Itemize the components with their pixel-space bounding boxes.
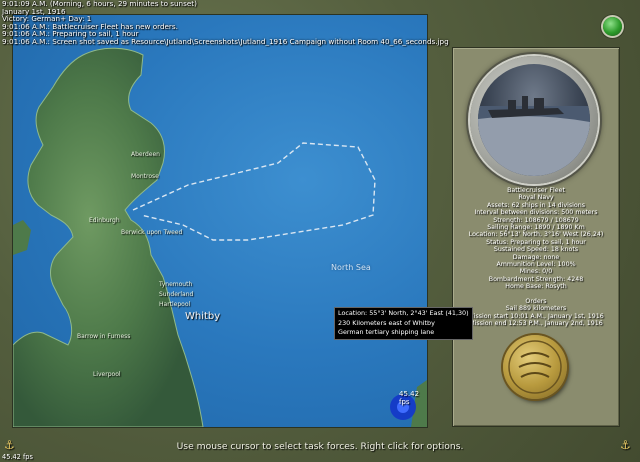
fleet-info-panel: Battlecruiser Fleet Royal Navy Assets: 6…: [452, 47, 620, 427]
fleet-line: Location: 56°13' North, 3°16' West (26,2…: [468, 231, 604, 239]
fleet-line: Strength: 108679 / 108679: [493, 216, 579, 224]
battlecruiser-icon: [478, 96, 590, 176]
tooltip-line: 230 Kilometers east of Whitby: [338, 318, 435, 327]
fleet-line: Damage: none: [512, 253, 560, 261]
place-label: Edinburgh: [89, 217, 120, 224]
toggle-button[interactable]: [603, 17, 622, 36]
map-terrain: [13, 47, 427, 427]
tooltip-line: German tertiary shipping lane: [338, 328, 435, 337]
place-label: Sunderland: [159, 291, 194, 298]
ship-view: [478, 64, 590, 176]
place-label-whitby: Whitby: [185, 311, 221, 322]
fleet-orders: Orders Sail 889 kilometers Mission start…: [453, 298, 619, 328]
place-label: Montrose: [131, 173, 159, 180]
fleet-line: Royal Navy: [518, 194, 554, 202]
log-line: 9:01:09 A.M. (Morning, 6 hours, 29 minut…: [2, 0, 197, 8]
place-label: Barrow in Furness: [77, 333, 131, 340]
sea-label: North Sea: [331, 263, 371, 272]
royal-navy-seal-icon[interactable]: [503, 335, 567, 399]
strategic-map[interactable]: Aberdeen Montrose Edinburgh Berwick upon…: [12, 14, 428, 428]
fps-readout: 45.42 fps: [2, 453, 33, 461]
tooltip-line: Location: 55°3' North, 2°43' East (41,30…: [338, 309, 469, 317]
orders-line: Mission end 12:53 P.M., January 2nd, 191…: [469, 320, 603, 328]
place-label: Aberdeen: [131, 151, 160, 158]
fleet-line: Home Base: Rosyth: [505, 283, 567, 291]
ireland-landmass: [13, 220, 31, 255]
fleet-line: Interval between divisions: 500 meters: [474, 209, 598, 217]
fleet-line: Sustained Speed: 18 knots: [493, 246, 579, 254]
status-bar-text: Use mouse cursor to select task forces. …: [176, 441, 464, 452]
place-label: Tynemouth: [159, 281, 193, 288]
place-label: Liverpool: [93, 371, 121, 378]
map-fps-readout: 45.42 fps: [399, 390, 420, 406]
log-line: 9:01:06 A.M.: Screen shot saved as Resou…: [2, 36, 449, 46]
shipping-lane: [132, 142, 376, 241]
periscope-view: [470, 56, 598, 184]
orders-line: Sail 889 kilometers: [505, 305, 567, 313]
place-label: Hartlepool: [159, 301, 191, 308]
fleet-line: Mines: 0/0: [519, 268, 553, 276]
place-label: Berwick upon Tweed: [121, 229, 183, 236]
message-log: 9:01:09 A.M. (Morning, 6 hours, 29 minut…: [2, 0, 449, 46]
location-tooltip: Location: 55°3' North, 2°43' East (41,30…: [334, 307, 473, 340]
fleet-details: Battlecruiser Fleet Royal Navy Assets: 6…: [453, 187, 619, 291]
